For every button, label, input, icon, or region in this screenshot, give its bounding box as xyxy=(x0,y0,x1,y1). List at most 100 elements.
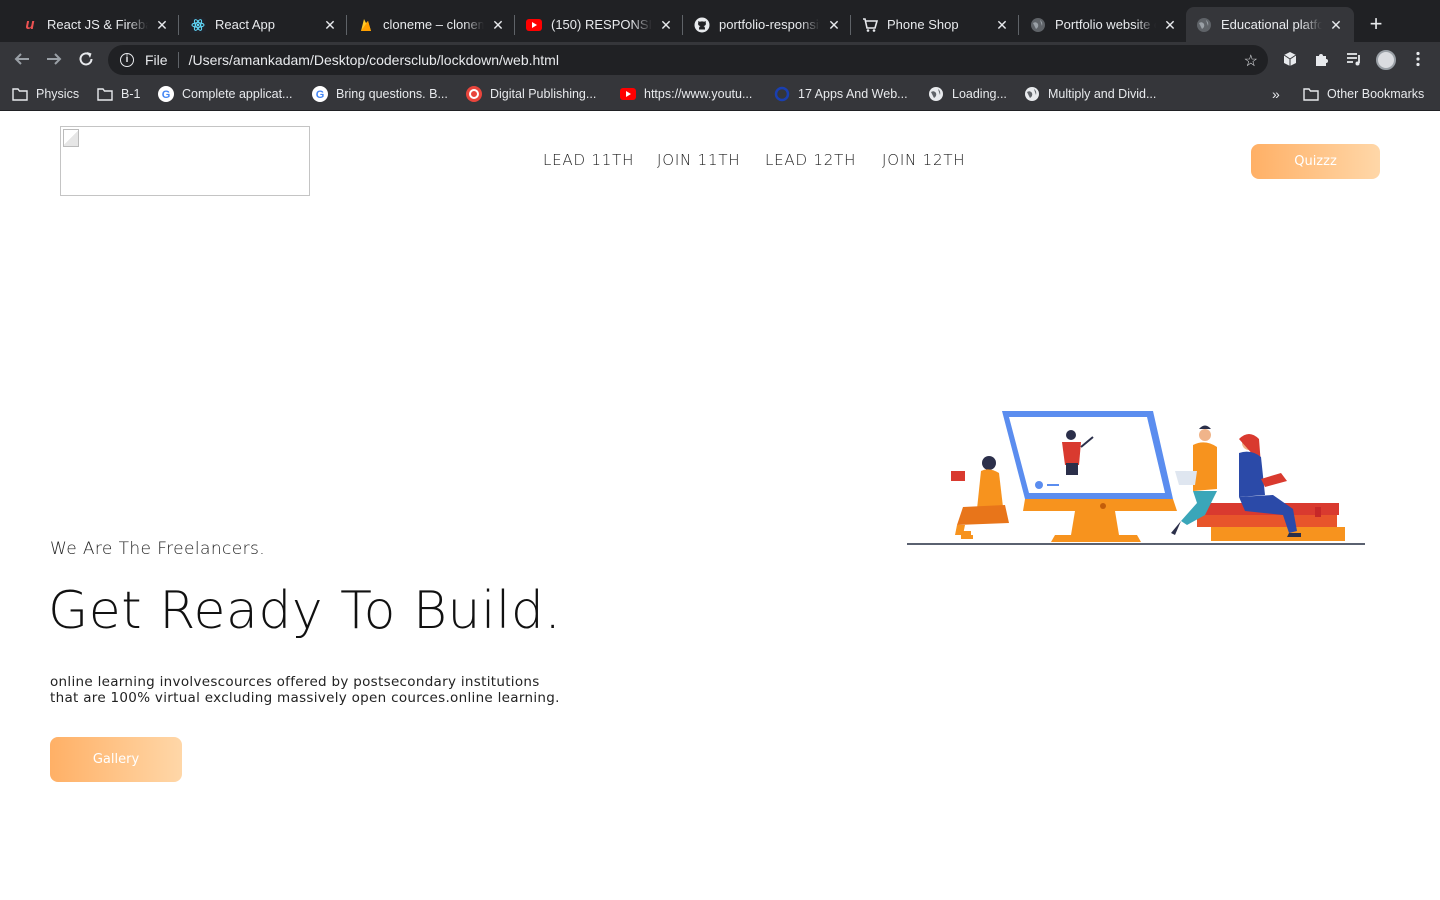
bookmark-site-icon xyxy=(774,86,790,102)
browser-tab[interactable]: Phone Shop ✕ xyxy=(852,7,1020,42)
globe-icon xyxy=(928,86,944,102)
close-tab-icon[interactable]: ✕ xyxy=(826,17,842,33)
browser-menu-icon[interactable] xyxy=(1409,51,1427,69)
tab-title: Phone Shop xyxy=(887,17,959,32)
nav-link-lead-12th[interactable]: LEAD 12TH xyxy=(765,151,856,169)
svg-text:G: G xyxy=(162,89,171,101)
youtube-icon xyxy=(526,17,542,33)
browser-tab-strip: u React JS & Firebase ✕ React App ✕ clon… xyxy=(0,0,1440,42)
nav-link-join-11th[interactable]: JOIN 11TH xyxy=(657,151,740,169)
bookmark-label: Complete applicat... xyxy=(182,87,293,101)
close-tab-icon[interactable]: ✕ xyxy=(154,17,170,33)
tab-separator xyxy=(346,15,347,35)
hero-headline: Get Ready To Build. xyxy=(48,581,562,641)
bookmark-item[interactable]: Loading... xyxy=(928,85,1007,103)
browser-tab[interactable]: React App ✕ xyxy=(180,7,348,42)
back-icon[interactable] xyxy=(12,50,32,70)
bookmark-label: https://www.youtu... xyxy=(644,87,753,101)
close-tab-icon[interactable]: ✕ xyxy=(1328,17,1344,33)
address-bar[interactable]: i File /Users/amankadam/Desktop/coderscl… xyxy=(108,45,1268,75)
browser-tab[interactable]: portfolio-responsive ✕ xyxy=(684,7,852,42)
bookmark-item[interactable]: https://www.youtu... xyxy=(620,85,752,103)
tab-separator xyxy=(682,15,683,35)
bookmark-label: 17 Apps And Web... xyxy=(798,87,908,101)
hero-tagline: We Are The Freelancers. xyxy=(50,539,266,559)
folder-icon xyxy=(12,86,28,102)
broken-logo-image[interactable] xyxy=(60,126,310,196)
bookmark-item[interactable]: Multiply and Divid... xyxy=(1024,85,1156,103)
tab-separator xyxy=(514,15,515,35)
nav-link-lead-11th[interactable]: LEAD 11TH xyxy=(543,151,634,169)
browser-tab[interactable]: (150) RESPONSIVE ✕ xyxy=(516,7,684,42)
browser-tab-active[interactable]: Educational platform ✕ xyxy=(1186,7,1354,42)
close-tab-icon[interactable]: ✕ xyxy=(490,17,506,33)
tab-separator xyxy=(850,15,851,35)
bookmark-folder[interactable]: B-1 xyxy=(97,85,140,103)
close-tab-icon[interactable]: ✕ xyxy=(994,17,1010,33)
google-icon: G xyxy=(312,86,328,102)
extensions-puzzle-icon[interactable] xyxy=(1313,51,1331,69)
close-tab-icon[interactable]: ✕ xyxy=(1162,17,1178,33)
tab-title: React JS & Firebase xyxy=(47,17,148,32)
media-queue-icon[interactable] xyxy=(1345,51,1363,69)
browser-tab[interactable]: Portfolio website c ✕ xyxy=(1020,7,1188,42)
tab-title: (150) RESPONSIVE xyxy=(551,17,652,32)
bookmark-item[interactable]: G Complete applicat... xyxy=(158,85,292,103)
folder-icon xyxy=(1303,86,1319,102)
bookmark-item[interactable]: Digital Publishing... xyxy=(466,85,596,103)
url-text[interactable]: /Users/amankadam/Desktop/codersclub/lock… xyxy=(189,52,559,68)
bookmark-label: B-1 xyxy=(121,87,141,101)
extension-cube-icon[interactable] xyxy=(1281,51,1299,69)
bookmark-label: Physics xyxy=(36,87,80,101)
bookmark-item[interactable]: 17 Apps And Web... xyxy=(774,85,908,103)
online-learning-illustration xyxy=(907,411,1365,545)
bookmark-label: Bring questions. B... xyxy=(336,87,448,101)
bookmark-folder[interactable]: Physics xyxy=(12,85,79,103)
google-icon: G xyxy=(158,86,174,102)
forward-icon[interactable] xyxy=(44,50,64,70)
react-icon xyxy=(190,16,206,33)
gallery-button[interactable]: Gallery xyxy=(50,737,182,782)
quiz-button[interactable]: Quizzz xyxy=(1251,144,1380,179)
hero-description: online learning involvescources offered … xyxy=(50,674,560,706)
site-info-icon[interactable]: i xyxy=(120,53,134,67)
digital-publishing-icon xyxy=(466,86,482,102)
tab-title: Portfolio website c xyxy=(1055,17,1156,32)
globe-icon xyxy=(1024,86,1040,102)
tab-title: React App xyxy=(215,17,275,32)
tab-title: portfolio-responsive xyxy=(719,17,820,32)
scheme-label: File xyxy=(145,52,168,68)
cart-icon xyxy=(862,17,878,33)
close-tab-icon[interactable]: ✕ xyxy=(658,17,674,33)
bookmark-label: Loading... xyxy=(952,87,1007,101)
svg-text:G: G xyxy=(316,89,325,101)
browser-toolbar: i File /Users/amankadam/Desktop/coderscl… xyxy=(0,42,1440,78)
reload-icon[interactable] xyxy=(76,50,96,70)
globe-icon xyxy=(1030,17,1046,33)
tab-separator xyxy=(1018,15,1019,35)
bookmark-label: Digital Publishing... xyxy=(490,87,597,101)
bookmark-item[interactable]: G Bring questions. B... xyxy=(312,85,448,103)
bookmarks-overflow-chevron[interactable]: » xyxy=(1272,85,1280,103)
tab-title: Educational platform xyxy=(1221,17,1322,32)
bookmark-label: Other Bookmarks xyxy=(1327,87,1425,101)
bookmark-label: Multiply and Divid... xyxy=(1048,87,1157,101)
firebase-icon xyxy=(358,17,374,33)
tab-separator xyxy=(178,15,179,35)
profile-avatar[interactable] xyxy=(1376,50,1396,70)
address-divider xyxy=(177,52,179,68)
browser-tab[interactable]: cloneme – cloneme ✕ xyxy=(348,7,516,42)
bookmark-star-icon[interactable]: ☆ xyxy=(1244,51,1258,71)
bookmarks-bar: Physics B-1 G Complete applicat... G Bri… xyxy=(0,78,1440,111)
close-tab-icon[interactable]: ✕ xyxy=(322,17,338,33)
youtube-icon xyxy=(620,86,636,102)
other-bookmarks-folder[interactable]: Other Bookmarks xyxy=(1303,85,1424,103)
nav-link-join-12th[interactable]: JOIN 12TH xyxy=(882,151,965,169)
web-page: LEAD 11TH JOIN 11TH LEAD 12TH JOIN 12TH … xyxy=(0,111,1440,900)
github-icon xyxy=(694,17,710,33)
browser-tab[interactable]: u React JS & Firebase ✕ xyxy=(12,7,180,42)
folder-icon xyxy=(97,86,113,102)
new-tab-icon[interactable]: + xyxy=(1366,13,1386,35)
globe-icon xyxy=(1196,17,1212,33)
tab-title: cloneme – cloneme xyxy=(383,17,484,32)
